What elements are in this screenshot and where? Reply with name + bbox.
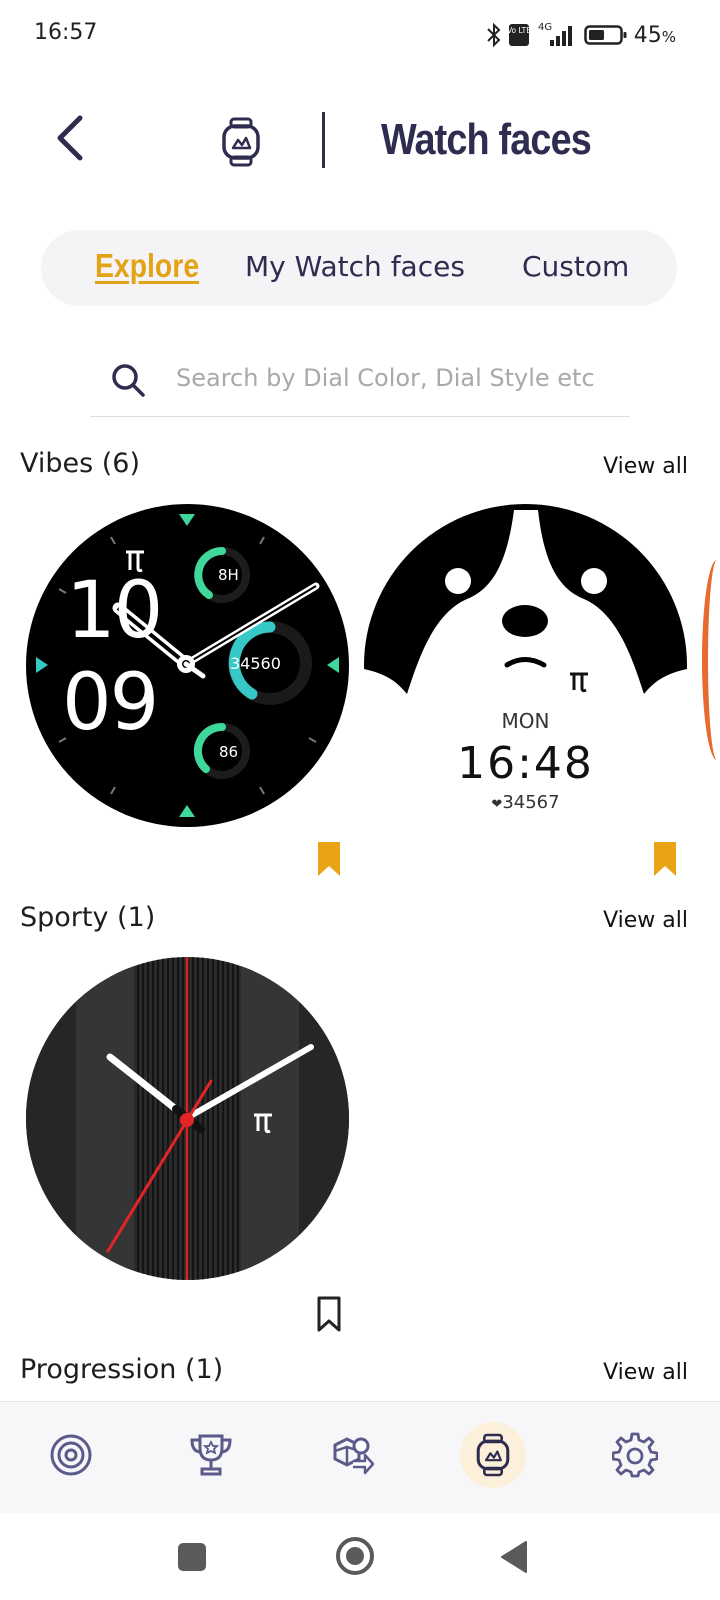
bookmark-outline-icon[interactable]: [316, 1295, 342, 1333]
bottom-navigation: [0, 1401, 720, 1514]
search-input[interactable]: [176, 364, 616, 392]
nav-settings[interactable]: [602, 1422, 668, 1488]
search-icon[interactable]: [110, 362, 148, 400]
volte-label: Vo LTE: [508, 26, 530, 35]
nav-goals[interactable]: [320, 1422, 386, 1488]
status-time: 16:57: [34, 20, 98, 45]
battery-percent: 45: [633, 22, 662, 48]
vibes-face-2-day: MON: [501, 709, 550, 733]
sporty-face-1[interactable]: [26, 957, 349, 1280]
tab-explore[interactable]: Explore: [95, 247, 199, 285]
system-navigation: [0, 1513, 720, 1600]
view-all-progression[interactable]: View all: [603, 1360, 688, 1385]
section-title-sporty: Sporty (1): [20, 902, 156, 933]
vibes-face-1-hour: 10: [66, 566, 163, 656]
watch-face-icon: [476, 1433, 510, 1477]
header-divider: [322, 112, 325, 168]
bookmark-filled-icon[interactable]: [652, 840, 678, 878]
page-title: Watch faces: [381, 115, 592, 164]
search-bar: [90, 350, 630, 417]
tab-my-watch-faces[interactable]: My Watch faces: [245, 250, 465, 283]
home-icon[interactable]: [334, 1535, 376, 1577]
tab-bar: Explore My Watch faces Custom: [41, 230, 677, 306]
section-title-vibes: Vibes (6): [20, 448, 141, 479]
nav-achievements[interactable]: [178, 1422, 244, 1488]
battery-icon: [583, 25, 627, 45]
volte-icon: Vo LTE: [508, 24, 530, 46]
vibes-face-1-steps: 34560: [230, 654, 281, 673]
vibes-face-1-sleep: 8H: [218, 566, 239, 584]
goals-icon: [333, 1437, 375, 1475]
settings-icon: [612, 1432, 658, 1478]
watch-icon: [218, 114, 264, 170]
status-icons: Vo LTE 4G 45%: [486, 20, 676, 50]
vibes-face-1-minute: 09: [62, 658, 159, 748]
vibes-face-3-partial[interactable]: [702, 560, 720, 760]
trophy-icon: [190, 1434, 232, 1476]
back-icon[interactable]: [498, 1539, 530, 1575]
target-icon: [50, 1434, 92, 1476]
view-all-sporty[interactable]: View all: [603, 908, 688, 933]
heart-icon: ❤: [491, 797, 503, 812]
vibes-face-1[interactable]: 10 09 8H 34560 86: [26, 504, 349, 827]
sporty-face-1-dial: [26, 957, 349, 1280]
nav-activity[interactable]: [38, 1422, 104, 1488]
back-button[interactable]: [48, 110, 94, 166]
tab-custom[interactable]: Custom: [522, 250, 629, 283]
vibes-face-1-heart: 86: [219, 743, 239, 761]
section-title-progression: Progression (1): [20, 1354, 224, 1385]
vibes-face-2-steps: 34567: [502, 792, 560, 813]
bluetooth-icon: [487, 22, 501, 48]
nav-watch-faces[interactable]: [460, 1422, 526, 1488]
bookmark-filled-icon[interactable]: [316, 840, 342, 878]
battery-percent-sign: %: [661, 27, 676, 46]
vibes-face-2-time: 16:48: [457, 738, 594, 789]
network-type: 4G: [538, 22, 552, 33]
back-arrow-icon: [57, 115, 83, 161]
signal-icon: 4G: [538, 22, 572, 46]
recents-icon[interactable]: [176, 1541, 208, 1573]
view-all-vibes[interactable]: View all: [603, 454, 688, 479]
vibes-face-2[interactable]: MON 16:48 ❤34567: [364, 504, 687, 827]
